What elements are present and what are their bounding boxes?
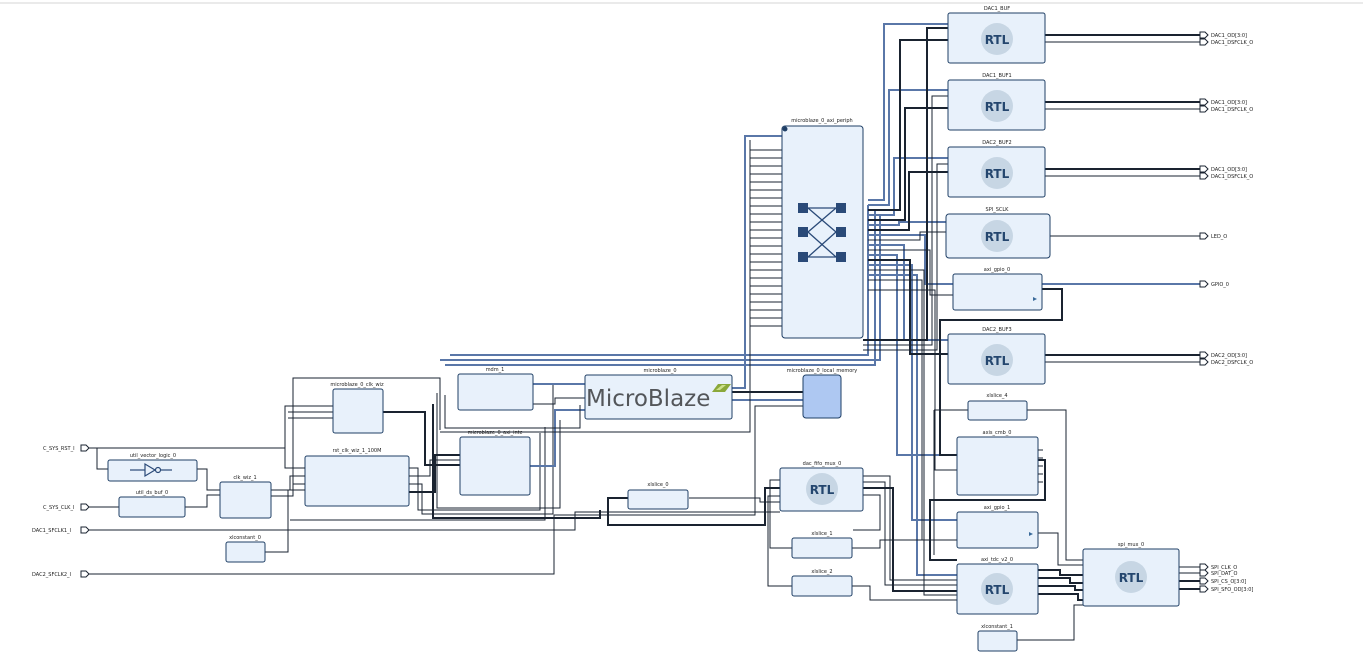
block-axi-intc[interactable]: microblaze_0_axi_intc xyxy=(459,430,531,496)
microblaze-logo-text: MicroBlaze xyxy=(586,386,710,412)
block-title: util_ds_buf_0 xyxy=(136,490,168,496)
block-title: axi_tdc_v2_0 xyxy=(981,557,1013,563)
block-clk-wiz[interactable]: microblaze_0_clk_wiz xyxy=(330,382,384,434)
port-label-rst: C_SYS_RST_I xyxy=(43,446,75,452)
block-title: DAC2_BUF2 xyxy=(982,140,1011,146)
block-axi-tdc[interactable]: axi_tdc_v2_0 RTL xyxy=(956,557,1039,615)
block-title: xlslice_2 xyxy=(811,569,832,575)
rtl-label: RTL xyxy=(985,100,1010,114)
block-title: clk_wiz_1 xyxy=(233,475,256,481)
port-label: DAC1_DSFCLK_O xyxy=(1211,107,1253,113)
port-label: SPI_SFO_OD[3:0] xyxy=(1211,587,1253,593)
port-label-clk: C_SYS_CLK_I xyxy=(43,505,74,511)
block-dac-buf-1[interactable]: DAC1_BUF1 RTL xyxy=(947,73,1046,131)
block-microblaze[interactable]: microblaze_0 MicroBlaze xyxy=(584,368,733,420)
block-title: xlslice_1 xyxy=(811,531,832,537)
block-dac-buf-2[interactable]: DAC2_BUF2 RTL xyxy=(947,140,1046,198)
block-dac-buf-0[interactable]: DAC1_BUF RTL xyxy=(947,6,1046,64)
input-port-clk[interactable]: C_SYS_CLK_I xyxy=(43,503,90,511)
rtl-label: RTL xyxy=(985,583,1010,597)
block-title: xlconstant_0 xyxy=(229,535,261,541)
port-label: DAC2_DSFCLK_O xyxy=(1211,360,1253,366)
block-title: DAC2_BUF3 xyxy=(982,327,1011,333)
port-label: GPIO_0 xyxy=(1211,282,1229,288)
block-title: DAC1_BUF1 xyxy=(982,73,1011,79)
block-title: microblaze_0_axi_intc xyxy=(468,430,523,436)
block-title: xlconstant_1 xyxy=(981,624,1013,630)
rtl-label: RTL xyxy=(810,483,835,497)
block-title: dac_fifo_mux_0 xyxy=(803,461,842,467)
block-xlconstant-1[interactable]: xlconstant_1 xyxy=(977,624,1018,652)
rtl-label: RTL xyxy=(985,354,1010,368)
port-label: SPI_CS_O[3:0] xyxy=(1211,579,1246,585)
output-port-spi-dat[interactable]: SPI_DAT_O xyxy=(1199,569,1238,577)
block-title: DAC1_BUF xyxy=(984,6,1010,12)
block-title: xlslice_4 xyxy=(986,393,1007,399)
block-title: axi_gpio_0 xyxy=(984,267,1010,273)
input-port-rst[interactable]: C_SYS_RST_I xyxy=(43,444,90,452)
block-title: util_vector_logic_0 xyxy=(130,453,176,459)
block-dac-buf-3[interactable]: DAC2_BUF3 RTL xyxy=(947,327,1046,385)
rtl-label: RTL xyxy=(985,230,1010,244)
rtl-label: RTL xyxy=(985,33,1010,47)
block-title: microblaze_0 xyxy=(643,368,676,374)
block-title: rst_clk_wiz_1_100M xyxy=(333,448,382,454)
port-label: DAC1_DSFCLK_O xyxy=(1211,40,1253,46)
output-port-led[interactable]: LED_O xyxy=(1199,232,1227,240)
block-title: microblaze_0_clk_wiz xyxy=(330,382,384,388)
port-label-sfclk1: DAC1_SFCLK1_I xyxy=(32,528,71,534)
block-title: axis_cmb_0 xyxy=(983,430,1012,436)
block-axis-cmb[interactable]: axis_cmb_0 xyxy=(956,430,1043,496)
block-title: xlslice_0 xyxy=(647,482,668,488)
block-spi-sclk[interactable]: SPI_SCLK RTL xyxy=(945,207,1051,259)
block-title: axi_gpio_1 xyxy=(984,505,1010,511)
block-title: mdm_1 xyxy=(486,367,505,373)
rtl-label: RTL xyxy=(1119,571,1144,585)
port-label: DAC1_OD[3:0] xyxy=(1211,33,1247,39)
port-label: DAC1_OD[3:0] xyxy=(1211,167,1247,173)
port-label: DAC2_OD[3:0] xyxy=(1211,353,1247,359)
block-rst-clk-wiz[interactable]: rst_clk_wiz_1_100M xyxy=(301,448,413,507)
port-label: LED_O xyxy=(1211,234,1227,240)
rtl-label: RTL xyxy=(985,167,1010,181)
block-title: SPI_SCLK xyxy=(986,207,1010,213)
port-label: SPI_DAT_O xyxy=(1211,571,1238,577)
block-title: microblaze_0_local_memory xyxy=(787,368,858,374)
block-title: spi_mux_0 xyxy=(1118,542,1144,548)
block-axi-periph[interactable]: microblaze_0_axi_periph xyxy=(781,118,864,339)
block-title: microblaze_0_axi_periph xyxy=(791,118,852,124)
block-spi-mux[interactable]: spi_mux_0 RTL xyxy=(1082,542,1180,607)
port-label-sfclk2: DAC2_SFCLK2_I xyxy=(32,572,71,578)
port-label: DAC1_DSFCLK_O xyxy=(1211,174,1253,180)
block-design-canvas[interactable]: C_SYS_RST_I C_SYS_CLK_I DAC1_SFCLK1_I DA… xyxy=(0,0,1363,657)
output-port-gpio[interactable]: GPIO_0 xyxy=(1199,280,1229,288)
block-dac-fifo-mux[interactable]: dac_fifo_mux_0 RTL xyxy=(779,461,864,512)
port-label: DAC1_OD[3:0] xyxy=(1211,100,1247,106)
block-xlconstant-0[interactable]: xlconstant_0 xyxy=(225,535,266,563)
